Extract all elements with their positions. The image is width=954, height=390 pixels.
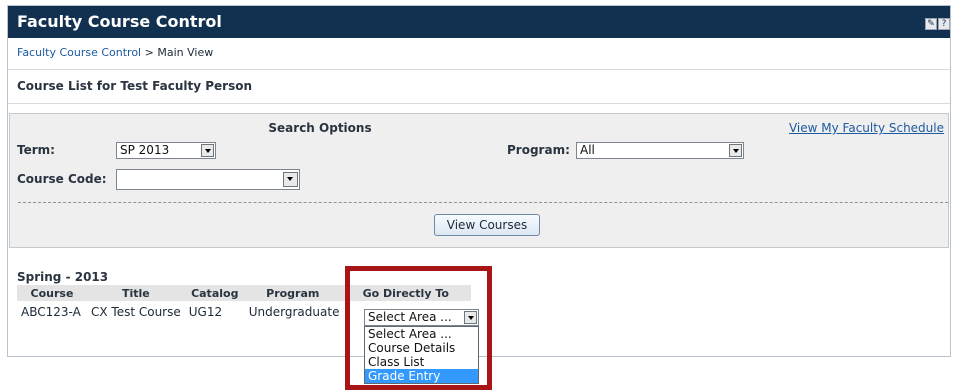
app-title: Faculty Course Control <box>17 12 222 31</box>
title-bar: Faculty Course Control ✎ ? <box>8 6 950 38</box>
cell-title: CX Test Course <box>91 305 181 319</box>
column-header-course: Course <box>17 285 87 301</box>
column-header-title: Title <box>87 285 185 301</box>
program-select[interactable]: All <box>576 142 744 159</box>
program-select-value: All <box>580 143 595 157</box>
term-label: Term: <box>17 143 55 157</box>
dashed-separator <box>18 202 948 203</box>
program-label: Program: <box>507 143 570 157</box>
course-code-label: Course Code: <box>17 172 107 186</box>
term-select[interactable]: SP 2013 <box>116 142 216 159</box>
tools-icon[interactable]: ✎ <box>925 18 937 30</box>
chevron-down-icon <box>201 144 214 157</box>
course-code-combobox[interactable] <box>116 169 300 190</box>
view-courses-button[interactable]: View Courses <box>434 214 540 236</box>
help-icon[interactable]: ? <box>938 18 950 30</box>
column-header-catalog: Catalog <box>184 285 245 301</box>
term-heading: Spring - 2013 <box>17 270 109 284</box>
cell-catalog: UG12 <box>188 305 223 319</box>
chevron-down-icon[interactable] <box>283 172 298 187</box>
breadcrumb: Faculty Course Control > Main View <box>17 46 213 59</box>
divider <box>8 69 950 70</box>
column-header-program: Program <box>244 285 341 301</box>
view-faculty-schedule-link[interactable]: View My Faculty Schedule <box>789 121 944 135</box>
cell-course: ABC123-A <box>21 305 81 319</box>
breadcrumb-separator: > <box>141 46 158 59</box>
cell-program: Undergraduate <box>248 305 340 319</box>
breadcrumb-link-faculty-course-control[interactable]: Faculty Course Control <box>17 46 141 59</box>
term-select-value: SP 2013 <box>120 143 170 157</box>
highlight-box <box>345 266 492 390</box>
search-options-title: Search Options <box>268 121 372 135</box>
breadcrumb-current: Main View <box>157 46 214 59</box>
search-options-panel: Search Options View My Faculty Schedule … <box>9 113 949 248</box>
divider <box>8 103 950 104</box>
course-list-title: Course List for Test Faculty Person <box>17 79 253 93</box>
chevron-down-icon <box>729 144 742 157</box>
